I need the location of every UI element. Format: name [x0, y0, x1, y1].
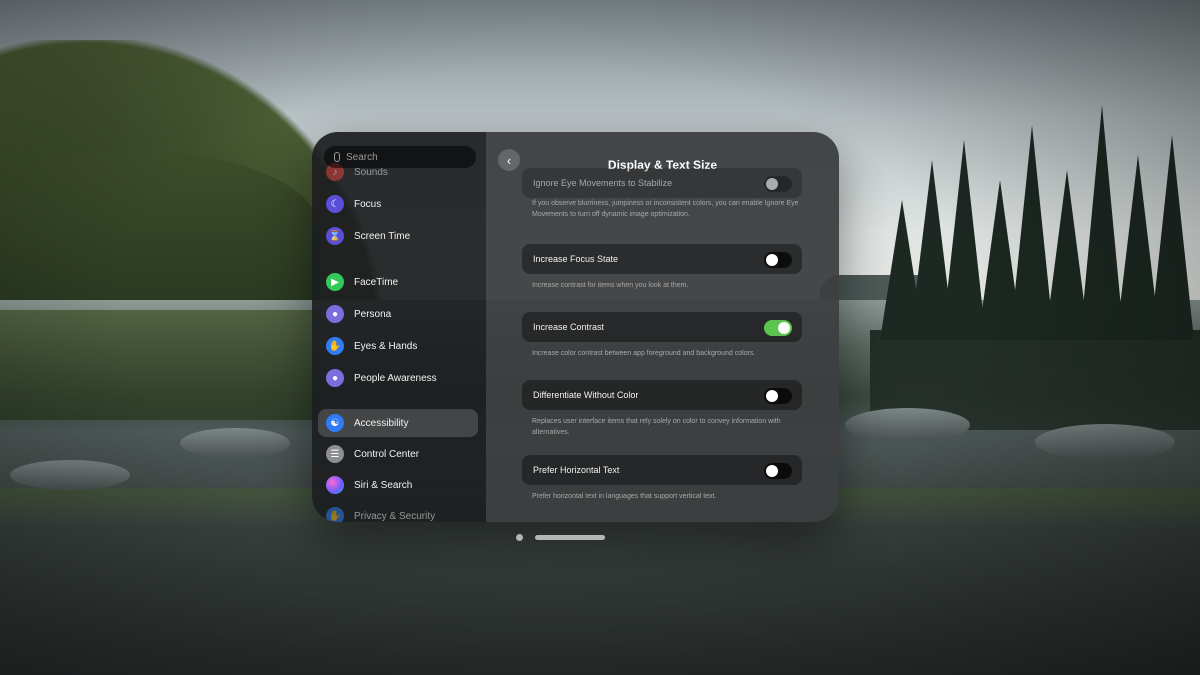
- sidebar-item-label: Siri & Search: [354, 479, 413, 491]
- sidebar-item-privacy-security[interactable]: ✋ Privacy & Security: [318, 502, 478, 522]
- setting-description: If you observe blurriness, jumpiness or …: [532, 200, 799, 218]
- setting-label: Increase Focus State: [533, 254, 619, 264]
- sidebar-item-control-center[interactable]: ☰ Control Center: [318, 440, 478, 468]
- sidebar-item-label: FaceTime: [354, 276, 399, 288]
- prefer-horizontal-text-toggle[interactable]: [764, 463, 792, 479]
- sidebar-item-label: Persona: [354, 308, 392, 320]
- detail-pane: ‹ Display & Text Size Ignore Eye Movemen…: [486, 132, 839, 522]
- search-field[interactable]: Search: [324, 146, 476, 168]
- video-camera-icon: ▶: [326, 273, 344, 291]
- toggle-knob: [766, 254, 778, 266]
- increase-focus-state-toggle[interactable]: [764, 252, 792, 268]
- sidebar-item-label: Screen Time: [354, 230, 411, 242]
- increase-contrast-toggle[interactable]: [764, 320, 792, 336]
- setting-description: Increase color contrast between app fore…: [532, 350, 756, 357]
- search-placeholder: Search: [346, 151, 378, 163]
- setting-label: Increase Contrast: [533, 322, 605, 332]
- setting-description: Prefer horizontal text in languages that…: [532, 493, 717, 500]
- toggle-knob: [766, 178, 778, 190]
- siri-icon: [326, 476, 344, 494]
- sidebar-item-label: Privacy & Security: [354, 510, 436, 522]
- setting-row-differentiate-without-color[interactable]: Differentiate Without Color: [522, 380, 802, 410]
- sidebar: ♪ Sounds ☾ Focus ⌛ Screen Time ▶ FaceTim…: [312, 132, 486, 522]
- window-controls: [516, 533, 605, 541]
- setting-row-increase-focus-state[interactable]: Increase Focus State: [522, 244, 802, 274]
- toggle-knob: [766, 465, 778, 477]
- hand-raised-icon: ✋: [326, 507, 344, 522]
- moon-icon: ☾: [326, 195, 344, 213]
- differentiate-without-color-toggle[interactable]: [764, 388, 792, 404]
- sidebar-item-people-awareness[interactable]: ● People Awareness: [318, 364, 478, 392]
- sidebar-item-label: Control Center: [354, 448, 420, 460]
- setting-label: Ignore Eye Movements to Stabilize: [533, 178, 673, 188]
- sidebar-item-label: Eyes & Hands: [354, 340, 418, 352]
- sidebar-item-facetime[interactable]: ▶ FaceTime: [318, 268, 478, 296]
- toggle-knob: [766, 390, 778, 402]
- accessibility-icon: ☯: [326, 414, 344, 432]
- setting-description: Replaces user interface items that rely …: [532, 418, 781, 436]
- setting-row-ignore-eye-movements[interactable]: Ignore Eye Movements to Stabilize: [522, 168, 802, 198]
- toggles-icon: ☰: [326, 445, 344, 463]
- sidebar-item-persona[interactable]: ● Persona: [318, 300, 478, 328]
- sidebar-item-screen-time[interactable]: ⌛ Screen Time: [318, 222, 478, 250]
- sidebar-item-accessibility[interactable]: ☯ Accessibility: [318, 409, 478, 437]
- hourglass-icon: ⌛: [326, 227, 344, 245]
- window-grab-bar[interactable]: [535, 534, 605, 540]
- sidebar-item-label: Accessibility: [354, 417, 409, 429]
- ignore-eye-movements-toggle[interactable]: [764, 176, 792, 192]
- sidebar-item-label: Focus: [354, 198, 382, 210]
- setting-label: Prefer Horizontal Text: [533, 465, 620, 475]
- settings-window: ♪ Sounds ☾ Focus ⌛ Screen Time ▶ FaceTim…: [312, 132, 839, 522]
- sidebar-item-eyes-hands[interactable]: ✋ Eyes & Hands: [318, 332, 478, 360]
- person-icon: ●: [326, 305, 344, 323]
- setting-description: Increase contrast for items when you loo…: [532, 282, 689, 289]
- people-icon: ●: [326, 369, 344, 387]
- microphone-icon[interactable]: [334, 152, 340, 162]
- setting-label: Differentiate Without Color: [533, 390, 639, 400]
- toggle-knob: [778, 322, 790, 334]
- sidebar-item-focus[interactable]: ☾ Focus: [318, 190, 478, 218]
- setting-row-increase-contrast[interactable]: Increase Contrast: [522, 312, 802, 342]
- sidebar-item-siri-search[interactable]: Siri & Search: [318, 471, 478, 499]
- setting-row-prefer-horizontal-text[interactable]: Prefer Horizontal Text: [522, 455, 802, 485]
- window-close-dot[interactable]: [516, 533, 523, 541]
- hand-icon: ✋: [326, 337, 344, 355]
- sidebar-item-label: People Awareness: [354, 372, 437, 384]
- sidebar-item-label: Sounds: [354, 166, 388, 178]
